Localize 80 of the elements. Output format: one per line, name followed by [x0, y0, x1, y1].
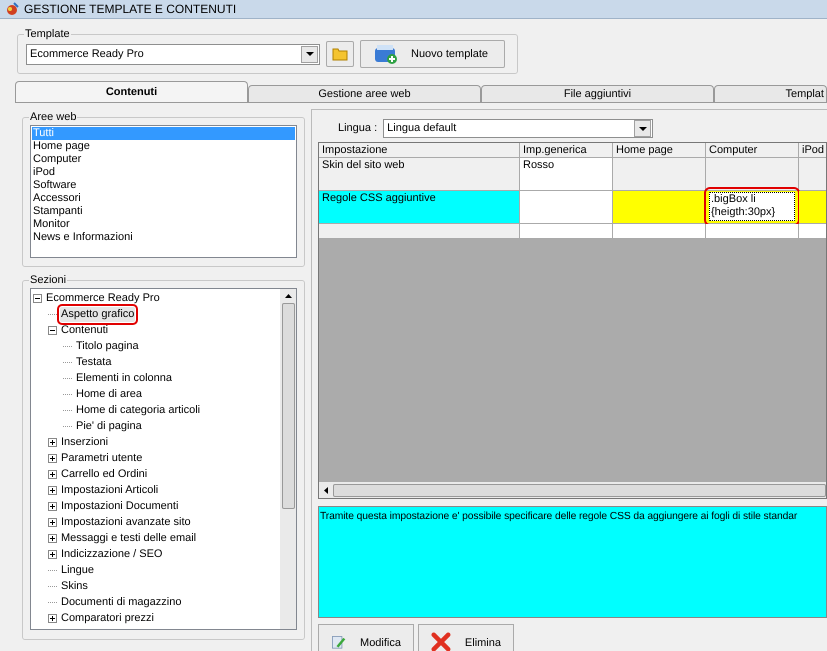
caret-icon	[306, 52, 314, 56]
scroll-thumb[interactable]	[282, 303, 294, 509]
list-item[interactable]: Computer	[32, 153, 295, 166]
caret-icon	[638, 126, 647, 130]
expand-icon[interactable]	[48, 502, 57, 510]
folder-icon	[332, 47, 348, 61]
collapse-icon[interactable]	[33, 294, 42, 302]
tree-item[interactable]: Impostazioni Articoli	[60, 482, 160, 498]
expand-icon[interactable]	[48, 454, 57, 462]
tree-item[interactable]: Titolo pagina	[75, 338, 140, 354]
list-item[interactable]: Monitor	[32, 218, 295, 231]
delete-button[interactable]: Elimina	[418, 624, 514, 651]
table-cell[interactable]	[706, 158, 799, 191]
tree-item[interactable]: Pie' di pagina	[75, 418, 143, 434]
edit-button[interactable]: Modifica	[318, 624, 414, 651]
expand-icon[interactable]	[48, 518, 57, 526]
tree-item[interactable]: Elementi in colonna	[75, 370, 174, 386]
template-dropdown[interactable]: Ecommerce Ready Pro	[26, 44, 320, 64]
tree-item[interactable]: Home di categoria articoli	[75, 402, 202, 418]
table-cell[interactable]	[706, 224, 799, 239]
description-box: Tramite questa impostazione e' possibile specificare delle regole CSS da aggiungere ai fogli di stile standar	[318, 506, 827, 618]
table-cell[interactable]	[319, 224, 520, 239]
new-template-button[interactable]: Nuovo template	[360, 40, 505, 68]
list-item[interactable]: News e Informazioni	[32, 231, 295, 244]
tab[interactable]: Templat	[714, 85, 827, 102]
tree-item[interactable]: Comparatori prezzi	[60, 610, 155, 626]
collapse-icon[interactable]	[48, 326, 57, 334]
table-cell[interactable]	[613, 191, 706, 224]
dropdown-button[interactable]	[301, 46, 318, 62]
scroll-thumb[interactable]	[333, 484, 826, 496]
tree-item[interactable]: Aspetto grafico	[60, 306, 136, 322]
tree-item[interactable]: Messaggi e testi delle email	[60, 530, 198, 546]
tree-item[interactable]: Impostazioni avanzate sito	[60, 514, 192, 530]
x-icon	[431, 631, 451, 651]
table-cell[interactable]: Regole CSS aggiuntive	[319, 191, 520, 224]
table-cell[interactable]	[613, 224, 706, 239]
expand-icon[interactable]	[48, 438, 57, 446]
tab[interactable]: File aggiuntivi	[481, 85, 714, 102]
expand-icon[interactable]	[48, 486, 57, 494]
list-item[interactable]: Accessori	[32, 192, 295, 205]
table-cell[interactable]	[613, 158, 706, 191]
box-plus-icon	[373, 43, 399, 65]
tree-item[interactable]: Lingue	[60, 562, 96, 578]
group-label: Template	[24, 27, 71, 41]
dropdown-button[interactable]	[634, 120, 652, 137]
vertical-scrollbar[interactable]	[280, 289, 296, 629]
table-cell[interactable]	[520, 224, 613, 239]
window-title: GESTIONE TEMPLATE E CONTENUTI	[24, 1, 236, 18]
scroll-up-icon[interactable]	[284, 294, 292, 298]
list-item[interactable]: iPod	[32, 166, 295, 179]
expand-icon[interactable]	[48, 614, 57, 622]
table-cell[interactable]: Skin del sito web	[319, 158, 520, 191]
language-dropdown[interactable]: Lingua default	[383, 119, 654, 138]
tree-item[interactable]: Documenti di magazzino	[60, 594, 182, 610]
list-item[interactable]: Software	[32, 179, 295, 192]
tree-item[interactable]: Contenuti	[60, 322, 110, 338]
table-row[interactable]: Skin del sito web Rosso	[319, 158, 826, 191]
table-cell[interactable]: Rosso	[520, 158, 613, 191]
scroll-left-icon[interactable]	[324, 486, 328, 494]
tree-item[interactable]: Skins	[60, 578, 89, 594]
tree-item[interactable]: Home di area	[75, 386, 144, 402]
expand-icon[interactable]	[48, 470, 57, 478]
list-item[interactable]: Home page	[32, 140, 295, 153]
list-item[interactable]: Stampanti	[32, 205, 295, 218]
expand-icon[interactable]	[48, 534, 57, 542]
tree-item[interactable]: Carrello ed Ordini	[60, 466, 148, 482]
tab[interactable]: Gestione aree web	[248, 85, 481, 102]
tree-item[interactable]: Impostazioni Documenti	[60, 498, 180, 514]
horizontal-scrollbar[interactable]	[319, 482, 826, 498]
tree-item[interactable]: Inserzioni	[60, 434, 110, 450]
folder-button[interactable]	[326, 41, 354, 67]
tree-item[interactable]: Testata	[75, 354, 112, 370]
tree-item[interactable]: Ecommerce Ready Pro	[45, 290, 161, 306]
tree-item[interactable]: Parametri utente	[60, 450, 144, 466]
table-cell[interactable]	[520, 191, 613, 224]
language-label: Lingua :	[338, 121, 378, 136]
app-icon	[4, 1, 20, 17]
expand-icon[interactable]	[48, 550, 57, 558]
tab[interactable]: Contenuti	[15, 81, 248, 102]
tree-item[interactable]: Indicizzazione / SEO	[60, 546, 164, 562]
